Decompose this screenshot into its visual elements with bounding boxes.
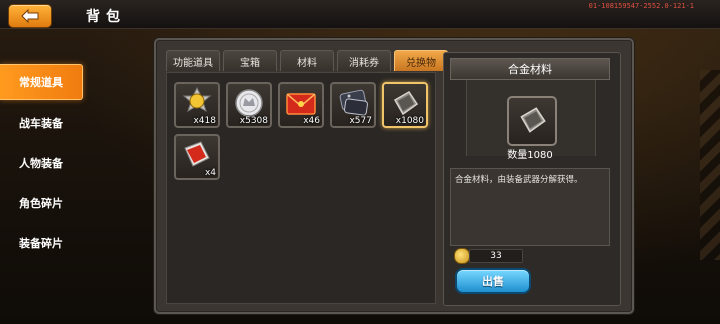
sidebar-item-equipment-shards[interactable]: 装备碎片 <box>0 226 82 260</box>
item-slot-gold-medal[interactable]: x418 <box>174 82 220 128</box>
sell-button[interactable]: 出售 <box>455 268 531 294</box>
category-tabs: 功能道具 宝箱 材料 消耗券 兑换物 <box>166 50 451 72</box>
tab-consumable-tickets[interactable]: 消耗券 <box>337 50 391 71</box>
item-slot-red-card[interactable]: x4 <box>174 134 220 180</box>
back-arrow-icon <box>21 8 39 24</box>
item-quantity: x418 <box>193 116 216 126</box>
sidebar-item-vehicle-equipment[interactable]: 战车装备 <box>0 106 82 140</box>
sidebar-item-label: 人物装备 <box>19 157 63 170</box>
detail-item-icon-frame <box>507 96 557 146</box>
tab-exchange-items[interactable]: 兑换物 <box>394 50 448 71</box>
hazard-stripes <box>700 70 720 260</box>
tab-chests[interactable]: 宝箱 <box>223 50 277 71</box>
item-slot-red-envelope[interactable]: x46 <box>278 82 324 128</box>
detail-count: 数量1080 <box>507 150 553 161</box>
item-slot-alloy-plate[interactable]: x1080 <box>382 82 428 128</box>
sell-button-label: 出售 <box>482 275 504 288</box>
sidebar-item-regular-items[interactable]: 常规道具 <box>0 64 83 100</box>
sidebar-item-label: 战车装备 <box>19 117 63 130</box>
sidebar-item-character-shards[interactable]: 角色碎片 <box>0 186 82 220</box>
sidebar-item-label: 常规道具 <box>19 76 63 89</box>
item-quantity: x4 <box>204 168 216 178</box>
item-slot-dog-tag[interactable]: x577 <box>330 82 376 128</box>
sidebar: 常规道具 战车装备 人物装备 角色碎片 装备碎片 <box>0 64 84 266</box>
item-quantity: x577 <box>349 116 372 126</box>
item-quantity: x46 <box>303 116 320 126</box>
sidebar-item-label: 角色碎片 <box>19 197 63 210</box>
tab-materials[interactable]: 材料 <box>280 50 334 71</box>
debug-id: 01-108159547-2552.0-121-1 <box>588 2 694 10</box>
sell-price: 33 <box>469 249 523 263</box>
detail-description: 合金材料，由装备武器分解获得。 <box>455 175 583 185</box>
item-slot-silver-coin[interactable]: x5308 <box>226 82 272 128</box>
item-quantity: x5308 <box>239 116 268 126</box>
alloy-plate-icon <box>520 107 546 133</box>
sidebar-item-label: 装备碎片 <box>19 237 63 250</box>
top-bar: 背包 01-108159547-2552.0-121-1 <box>0 0 720 29</box>
back-button[interactable] <box>8 4 52 28</box>
sidebar-item-character-equipment[interactable]: 人物装备 <box>0 146 82 180</box>
item-quantity: x1080 <box>395 116 424 126</box>
tab-function-items[interactable]: 功能道具 <box>166 50 220 71</box>
gold-coin-icon <box>454 248 470 264</box>
page-title: 背包 <box>86 9 126 25</box>
detail-item-name: 合金材料 <box>450 58 610 80</box>
